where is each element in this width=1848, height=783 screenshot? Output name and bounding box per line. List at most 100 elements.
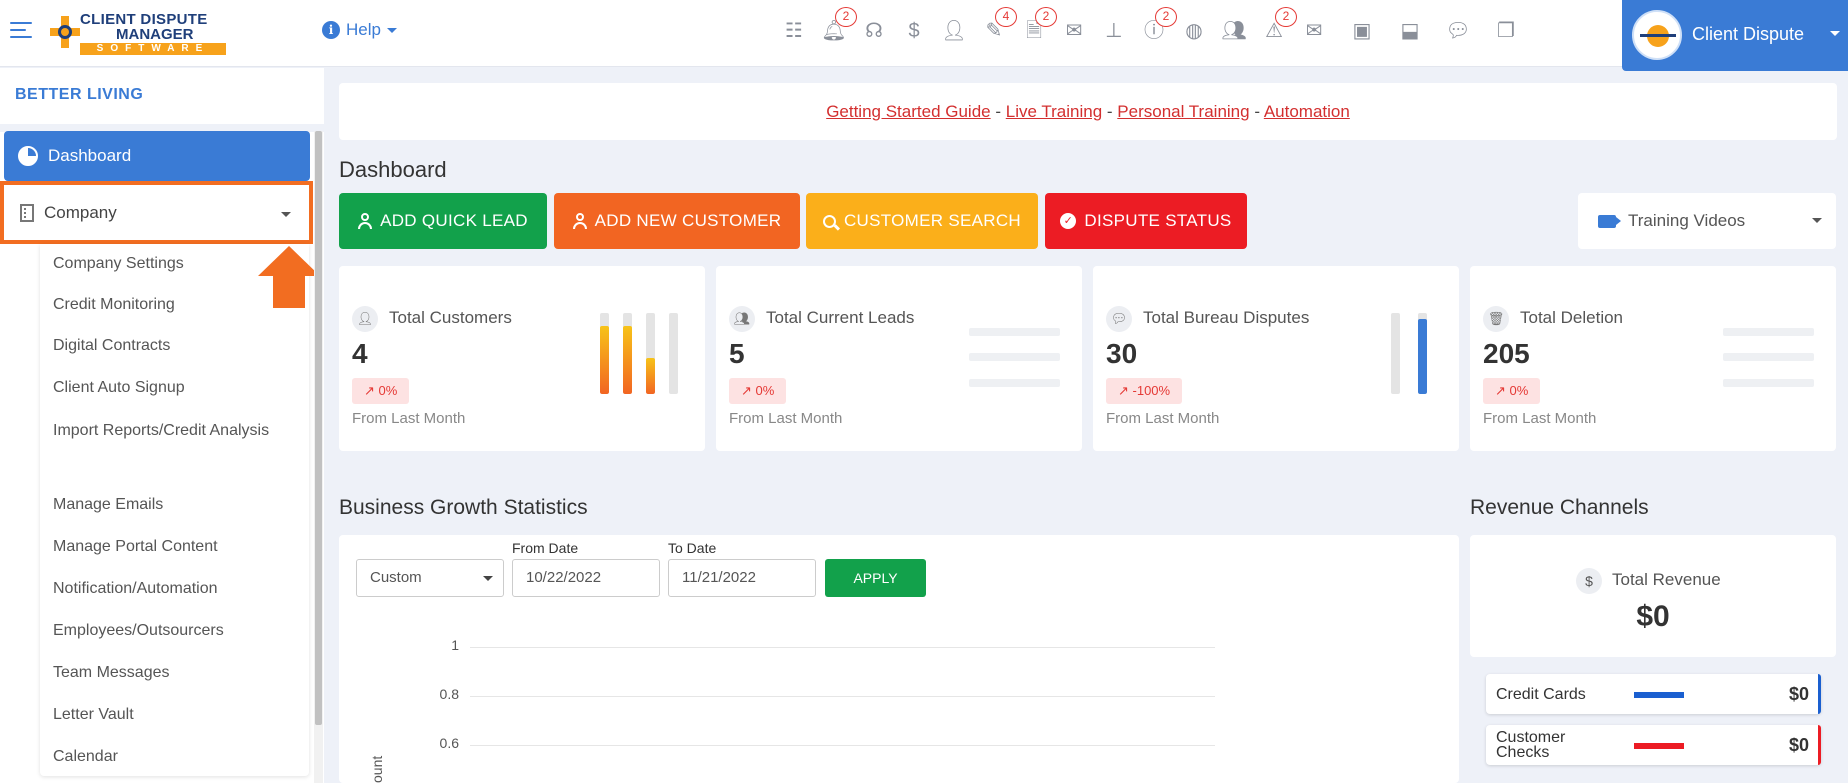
- y-tick-label: 1: [451, 637, 459, 653]
- y-tick-label: 0.6: [439, 735, 459, 751]
- stat-value: 30: [1106, 338, 1138, 369]
- personal-training-link[interactable]: Personal Training: [1117, 102, 1249, 121]
- submenu-item[interactable]: Employees/Outsourcers: [53, 620, 273, 642]
- sidebar-item-dashboard[interactable]: Dashboard: [4, 131, 310, 181]
- stat-card-leads: 👥︎ Total Current Leads 5 ↗ 0% From Last …: [716, 266, 1082, 451]
- chevron-down-icon: [281, 212, 291, 217]
- help-menu[interactable]: i Help: [322, 20, 397, 40]
- notification-badge: 2: [1035, 7, 1057, 27]
- gridline: [470, 745, 1215, 746]
- submenu-item[interactable]: Letter Vault: [53, 704, 273, 726]
- sidebar-item-label: Company: [44, 202, 117, 222]
- menu-toggle-icon[interactable]: [10, 22, 32, 40]
- mini-bar: [669, 313, 678, 394]
- submenu-item[interactable]: Manage Emails: [53, 494, 273, 516]
- mini-bar: [1418, 313, 1427, 394]
- info-icon[interactable]: ⓘ 2: [1140, 7, 1177, 46]
- add-quick-lead-button[interactable]: ADD QUICK LEAD: [339, 193, 547, 249]
- money-icon[interactable]: ▣: [1348, 16, 1376, 46]
- sidebar-scrollbar-thumb[interactable]: [315, 131, 322, 725]
- users-icon[interactable]: 👥︎: [1220, 16, 1248, 46]
- stat-change-badge: ↗ 0%: [1483, 378, 1541, 404]
- user-menu[interactable]: Client Dispute: [1622, 0, 1848, 71]
- date-range-value: Custom: [370, 569, 422, 586]
- document-icon[interactable]: 🗎 2: [1020, 7, 1057, 46]
- mini-bar: [969, 328, 1060, 336]
- revenue-channel-row: Customer Checks $0: [1486, 725, 1821, 765]
- chevron-down-icon: [1812, 218, 1822, 223]
- mail-icon[interactable]: ✉: [1060, 16, 1088, 46]
- channel-swatch: [1634, 743, 1684, 749]
- bell-icon[interactable]: 🔔︎ 2: [820, 7, 857, 46]
- inbox-icon[interactable]: ⬓: [1396, 16, 1424, 46]
- from-date-input[interactable]: 10/22/2022: [512, 559, 660, 597]
- stat-value: 205: [1483, 338, 1530, 369]
- mini-bar: [969, 353, 1060, 361]
- total-revenue-label: Total Revenue: [1612, 570, 1721, 589]
- submenu-item[interactable]: Calendar: [53, 746, 273, 768]
- submenu-item[interactable]: Team Messages: [53, 662, 273, 684]
- org-chart-icon[interactable]: ⊥: [1100, 16, 1128, 46]
- submenu-item[interactable]: Import Reports/Credit Analysis: [53, 420, 273, 442]
- pen-icon[interactable]: ✎ 4: [980, 7, 1017, 46]
- to-date-label: To Date: [668, 540, 717, 556]
- revenue-channel-row: Credit Cards $0: [1486, 674, 1821, 714]
- user-tie-icon[interactable]: 👤︎: [940, 16, 968, 46]
- date-range-select[interactable]: Custom: [356, 559, 504, 597]
- submenu-item[interactable]: Client Auto Signup: [53, 377, 273, 399]
- apply-button[interactable]: APPLY: [825, 559, 926, 597]
- globe-icon[interactable]: ◍: [1180, 16, 1208, 46]
- revenue-section-title: Revenue Channels: [1470, 496, 1649, 519]
- button-label: CUSTOMER SEARCH: [843, 211, 1022, 230]
- icon-glyph: ⊥: [1105, 20, 1123, 42]
- channel-name: Customer Checks: [1496, 729, 1566, 761]
- video-camera-icon: [1598, 214, 1621, 228]
- icon-glyph: $: [908, 20, 920, 42]
- mini-bar-fill: [1418, 319, 1427, 394]
- user-name: Client Dispute: [1692, 24, 1805, 44]
- submenu-item[interactable]: Credit Monitoring: [53, 294, 273, 316]
- growth-section-title: Business Growth Statistics: [339, 496, 588, 519]
- getting-started-link[interactable]: Getting Started Guide: [826, 102, 990, 121]
- submenu-item[interactable]: Notification/Automation: [53, 578, 273, 600]
- button-label: DISPUTE STATUS: [1084, 211, 1232, 230]
- channel-swatch: [1634, 692, 1684, 698]
- tasks-icon[interactable]: ☷: [780, 16, 808, 46]
- avatar: [1632, 10, 1682, 60]
- stat-period: From Last Month: [352, 410, 466, 427]
- to-date-input[interactable]: 11/21/2022: [668, 559, 816, 597]
- dollar-icon[interactable]: $: [900, 16, 928, 46]
- stat-label: Total Current Leads: [766, 308, 915, 327]
- chat-icon: 💬︎: [1106, 306, 1132, 332]
- copy-icon[interactable]: ❐: [1492, 16, 1520, 46]
- training-videos-select[interactable]: Training Videos: [1578, 193, 1836, 249]
- sidebar-item-company[interactable]: Company: [0, 181, 313, 244]
- stat-period: From Last Month: [729, 410, 843, 427]
- logo[interactable]: CLIENT DISPUTE MANAGER SOFTWARE: [46, 8, 230, 56]
- automation-link[interactable]: Automation: [1264, 102, 1350, 121]
- user-icon: [358, 213, 373, 229]
- building-icon: [20, 203, 34, 222]
- mini-bar: [646, 313, 655, 394]
- pie-chart-icon: [18, 146, 38, 166]
- notification-badge: 2: [1155, 7, 1177, 27]
- icon-glyph: 👥︎: [1221, 20, 1247, 42]
- notification-badge: 2: [1275, 7, 1297, 27]
- add-new-customer-button[interactable]: ADD NEW CUSTOMER: [554, 193, 800, 249]
- stat-period: From Last Month: [1106, 410, 1220, 427]
- chat-icon[interactable]: 💬︎: [1444, 16, 1472, 46]
- search-icon: [822, 214, 836, 228]
- submenu-item[interactable]: Company Settings: [53, 253, 273, 275]
- warning-icon[interactable]: ⚠ 2: [1260, 7, 1297, 46]
- customer-search-button[interactable]: CUSTOMER SEARCH: [806, 193, 1038, 249]
- user-icon: [572, 213, 587, 229]
- dispute-status-button[interactable]: ✓ DISPUTE STATUS: [1045, 193, 1247, 249]
- logo-line3: SOFTWARE: [80, 43, 226, 55]
- submenu-item[interactable]: Digital Contracts: [53, 335, 273, 357]
- submenu-item[interactable]: Manage Portal Content: [53, 536, 273, 558]
- separator: -: [1106, 102, 1113, 121]
- support-icon[interactable]: ☊: [860, 16, 888, 46]
- mail-open-icon[interactable]: ✉: [1300, 16, 1328, 46]
- channel-edge: [1818, 725, 1821, 765]
- live-training-link[interactable]: Live Training: [1006, 102, 1102, 121]
